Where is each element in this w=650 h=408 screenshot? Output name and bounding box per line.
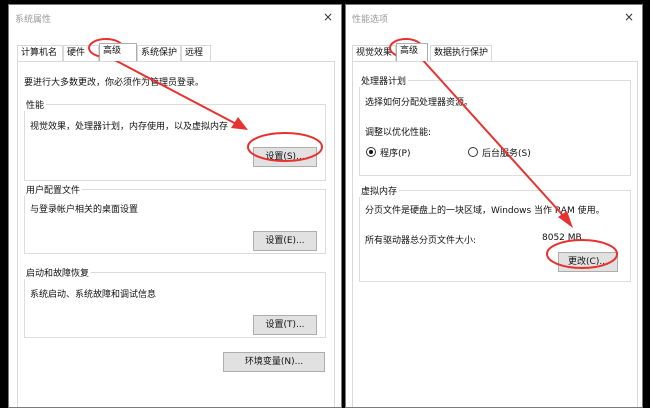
tab-advanced[interactable]: 高级 xyxy=(396,43,428,61)
startup-recovery-description: 系统启动、系统故障和调试信息 xyxy=(30,290,157,300)
adjust-performance-label: 调整以优化性能: xyxy=(365,128,432,138)
startup-recovery-settings-button[interactable]: 设置(T)... xyxy=(253,315,317,335)
total-paging-size-label: 所有驱动器总分页文件大小: xyxy=(365,236,477,246)
tab-computer-name[interactable]: 计算机名 xyxy=(17,45,63,61)
tab-bar: 视觉效果 高级 数据执行保护 xyxy=(352,43,634,62)
performance-description: 视觉效果，处理器计划，内存使用，以及虚拟内存 xyxy=(30,122,229,132)
performance-group: 性能 视觉效果，处理器计划，内存使用，以及虚拟内存 设置(S)... xyxy=(24,98,326,181)
window-title: 系统属性 xyxy=(15,15,52,25)
programs-radio-label[interactable]: 程序(P) xyxy=(380,146,410,159)
paging-file-description: 分页文件是硬盘上的一块区域，Windows 当作 RAM 使用。 xyxy=(365,206,605,216)
tab-bar: 计算机名 硬件 高级 系统保护 远程 xyxy=(17,43,333,62)
environment-variables-button[interactable]: 环境变量(N)... xyxy=(223,352,325,372)
tab-data-execution-prevention[interactable]: 数据执行保护 xyxy=(430,45,492,61)
tab-visual-effects[interactable]: 视觉效果 xyxy=(352,45,396,61)
processor-scheduling-title: 处理器计划 xyxy=(359,74,409,87)
change-virtual-memory-button[interactable]: 更改(C)... xyxy=(558,252,618,272)
background-services-radio-label[interactable]: 后台服务(S) xyxy=(482,146,531,159)
tab-advanced[interactable]: 高级 xyxy=(99,43,137,61)
tab-content: 处理器计划 选择如何分配处理器资源。 调整以优化性能: 程序(P) 后台服务(S… xyxy=(352,61,638,407)
tab-system-protection[interactable]: 系统保护 xyxy=(137,45,181,61)
tab-remote[interactable]: 远程 xyxy=(181,45,211,61)
user-profiles-description: 与登录帐户相关的桌面设置 xyxy=(30,205,139,215)
virtual-memory-group: 虚拟内存 分页文件是硬盘上的一块区域，Windows 当作 RAM 使用。 所有… xyxy=(359,184,631,282)
user-profiles-title: 用户配置文件 xyxy=(24,183,83,196)
close-button[interactable]: × xyxy=(620,8,638,26)
system-properties-window: 系统属性 × 计算机名 硬件 高级 系统保护 远程 要进行大多数更改，你必须作为… xyxy=(8,4,342,408)
tab-content: 要进行大多数更改，你必须作为管理员登录。 性能 视觉效果，处理器计划，内存使用，… xyxy=(17,61,335,407)
user-profiles-group: 用户配置文件 与登录帐户相关的桌面设置 设置(E)... xyxy=(24,183,326,254)
processor-scheduling-group: 处理器计划 选择如何分配处理器资源。 调整以优化性能: 程序(P) 后台服务(S… xyxy=(359,74,631,176)
admin-note: 要进行大多数更改，你必须作为管理员登录。 xyxy=(24,78,205,88)
performance-settings-button[interactable]: 设置(S)... xyxy=(253,147,317,167)
programs-radio[interactable] xyxy=(366,147,376,157)
close-button[interactable]: × xyxy=(319,8,337,26)
processor-scheduling-description: 选择如何分配处理器资源。 xyxy=(365,98,474,108)
performance-title: 性能 xyxy=(24,98,47,111)
startup-recovery-group: 启动和故障恢复 系统启动、系统故障和调试信息 设置(T)... xyxy=(24,266,326,338)
performance-options-window: 性能选项 × 视觉效果 高级 数据执行保护 处理器计划 选择如何分配处理器资源。… xyxy=(345,4,643,408)
title-bar: 性能选项 × xyxy=(346,5,642,29)
startup-recovery-title: 启动和故障恢复 xyxy=(24,266,92,279)
virtual-memory-title: 虚拟内存 xyxy=(359,184,400,197)
total-paging-size-value: 8052 MB xyxy=(542,233,582,243)
background-services-radio[interactable] xyxy=(468,147,478,157)
user-profiles-settings-button[interactable]: 设置(E)... xyxy=(253,231,317,251)
window-title: 性能选项 xyxy=(352,15,389,25)
tab-hardware[interactable]: 硬件 xyxy=(63,45,99,61)
title-bar: 系统属性 × xyxy=(9,5,341,29)
